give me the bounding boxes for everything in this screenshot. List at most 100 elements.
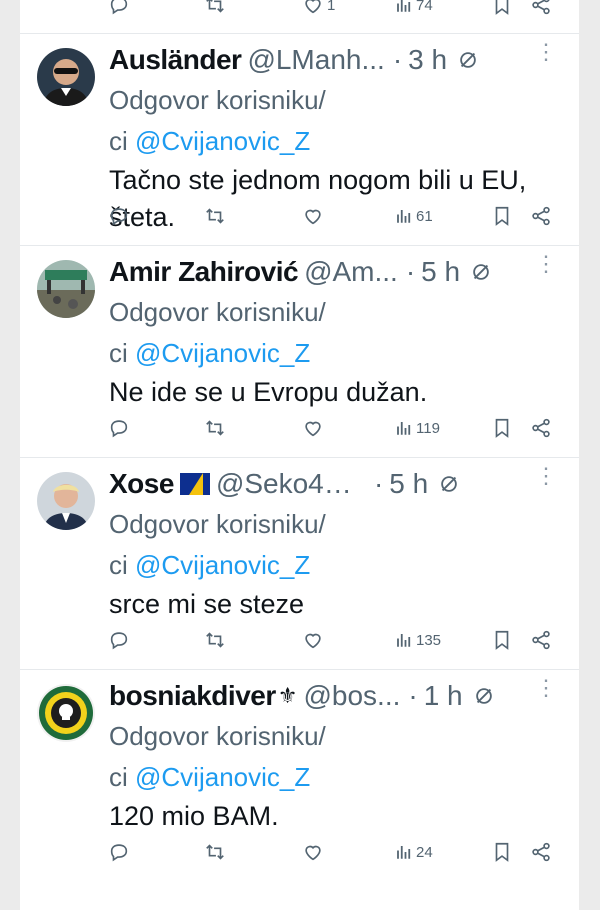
mention-link[interactable]: @Cvijanovic_Z	[135, 550, 310, 580]
views-count: 74	[416, 0, 433, 14]
retweet-button[interactable]	[204, 0, 226, 16]
avatar[interactable]	[37, 684, 95, 742]
share-button[interactable]	[530, 417, 552, 439]
like-button[interactable]	[302, 841, 324, 863]
share-button[interactable]	[530, 629, 552, 651]
views-button[interactable]: 119	[395, 419, 440, 437]
share-icon	[532, 842, 550, 862]
timestamp[interactable]: 5 h	[421, 256, 460, 288]
like-button[interactable]	[302, 417, 324, 439]
display-name[interactable]: Xose	[109, 468, 174, 500]
share-icon	[532, 206, 550, 226]
mention-link[interactable]: @Cvijanovic_Z	[135, 338, 310, 368]
reply-icon	[110, 844, 128, 862]
reply-label: Odgovor korisniku/	[109, 721, 326, 751]
grok-icon[interactable]	[457, 49, 479, 71]
reply-button[interactable]	[108, 205, 130, 227]
reply-button[interactable]	[108, 417, 130, 439]
like-button[interactable]	[302, 205, 324, 227]
reply-label-cont: ci	[109, 762, 128, 792]
previous-tweet-actions: 1 74	[20, 0, 579, 24]
reply-context: Odgovor korisniku/ ci @Cvijanovic_Z	[109, 292, 539, 374]
user-handle[interactable]: @bos...	[303, 680, 400, 712]
mention-link[interactable]: @Cvijanovic_Z	[135, 762, 310, 792]
tweet-actions: 135	[20, 623, 579, 657]
user-handle[interactable]: @Am...	[304, 256, 398, 288]
reply-label: Odgovor korisniku/	[109, 85, 326, 115]
tweet-header: Ausländer @LManh... · 3 h	[109, 42, 549, 78]
bookmark-button[interactable]	[491, 841, 513, 863]
more-options-icon[interactable]: ⋮	[535, 677, 557, 699]
bookmark-icon	[495, 630, 509, 650]
user-handle[interactable]: @LManh...	[247, 44, 384, 76]
retweet-button[interactable]	[204, 629, 226, 651]
retweet-button[interactable]	[204, 205, 226, 227]
timestamp[interactable]: 1 h	[424, 680, 463, 712]
user-handle[interactable]: @Seko4370...	[216, 468, 366, 500]
retweet-icon	[206, 0, 224, 13]
views-icon	[397, 210, 411, 223]
bookmark-button[interactable]	[491, 205, 513, 227]
share-button[interactable]	[530, 205, 552, 227]
tweet-actions: 119	[20, 411, 579, 445]
reply-label: Odgovor korisniku/	[109, 509, 326, 539]
tweet-header: bosniakdiver ⚜ @bos... · 1 h	[109, 678, 549, 714]
tweet-actions: 61	[20, 199, 579, 233]
reply-tweet[interactable]: Xose @Seko4370... · 5 h ⋮ Odgovor korisn…	[20, 458, 579, 669]
grok-icon[interactable]	[470, 261, 492, 283]
views-button[interactable]: 61	[395, 207, 433, 225]
retweet-icon	[206, 844, 224, 860]
views-count: 24	[416, 843, 433, 861]
display-name[interactable]: Amir Zahirović	[109, 256, 299, 288]
bookmark-button[interactable]	[491, 417, 513, 439]
reply-button[interactable]	[108, 0, 130, 16]
timestamp[interactable]: 5 h	[389, 468, 428, 500]
mention-link[interactable]: @Cvijanovic_Z	[135, 126, 310, 156]
like-button[interactable]: 1	[302, 0, 335, 16]
like-count: 1	[327, 0, 336, 14]
avatar[interactable]	[37, 472, 95, 530]
reply-feed: 1 74 Ausländer @LManh... · 3 h ⋮ Odgovor…	[20, 0, 579, 910]
tweet-text: Ne ide se u Evropu dužan.	[109, 377, 428, 407]
retweet-icon	[206, 208, 224, 224]
reply-icon	[110, 420, 128, 438]
reply-icon	[110, 632, 128, 650]
timestamp[interactable]: 3 h	[408, 44, 447, 76]
views-button[interactable]: 24	[395, 843, 433, 861]
like-button[interactable]	[302, 629, 324, 651]
reply-tweet[interactable]: Ausländer @LManh... · 3 h ⋮ Odgovor kori…	[20, 34, 579, 245]
views-icon	[397, 846, 411, 859]
display-name[interactable]: bosniakdiver	[109, 680, 276, 712]
reply-button[interactable]	[108, 629, 130, 651]
fleur-de-lis-icon: ⚜	[277, 683, 298, 708]
bookmark-button[interactable]	[491, 629, 513, 651]
bookmark-icon	[495, 418, 509, 438]
share-button[interactable]	[530, 841, 552, 863]
views-button[interactable]: 135	[395, 631, 441, 649]
retweet-button[interactable]	[204, 841, 226, 863]
avatar[interactable]	[37, 260, 95, 318]
bookmark-button[interactable]	[491, 0, 513, 16]
heart-icon	[305, 0, 321, 14]
reply-label-cont: ci	[109, 338, 128, 368]
reply-tweet[interactable]: bosniakdiver ⚜ @bos... · 1 h ⋮ Odgovor k…	[20, 670, 579, 881]
more-options-icon[interactable]: ⋮	[535, 465, 557, 487]
share-button[interactable]	[530, 0, 552, 16]
reply-context: Odgovor korisniku/ ci @Cvijanovic_Z	[109, 80, 539, 162]
more-options-icon[interactable]: ⋮	[535, 253, 557, 275]
grok-icon[interactable]	[438, 473, 460, 495]
reply-icon	[110, 0, 128, 15]
retweet-button[interactable]	[204, 417, 226, 439]
display-name[interactable]: Ausländer	[109, 44, 242, 76]
heart-icon	[305, 845, 321, 861]
views-icon	[397, 0, 411, 12]
separator-dot: ·	[373, 468, 384, 499]
views-button[interactable]: 74	[395, 0, 433, 14]
heart-icon	[305, 209, 321, 225]
avatar[interactable]	[37, 48, 95, 106]
more-options-icon[interactable]: ⋮	[535, 41, 557, 63]
reply-button[interactable]	[108, 841, 130, 863]
reply-tweet[interactable]: Amir Zahirović @Am... · 5 h ⋮ Odgovor ko…	[20, 246, 579, 457]
grok-icon[interactable]	[473, 685, 495, 707]
bookmark-icon	[495, 206, 509, 226]
